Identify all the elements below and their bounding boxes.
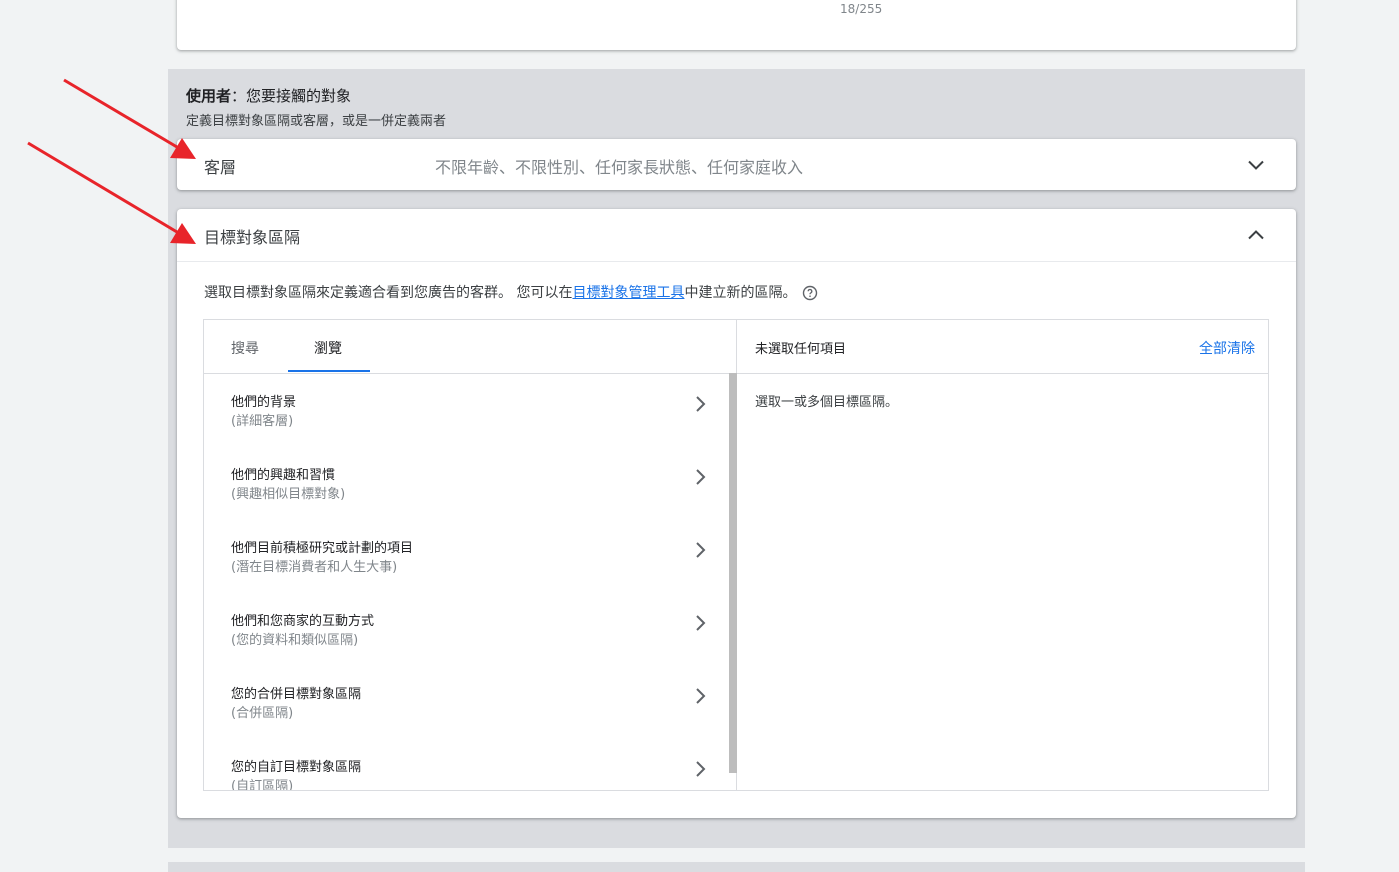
- annotation-arrows: [27, 78, 196, 244]
- red-arrow-icon: [27, 141, 196, 244]
- red-arrow-icon: [63, 78, 196, 159]
